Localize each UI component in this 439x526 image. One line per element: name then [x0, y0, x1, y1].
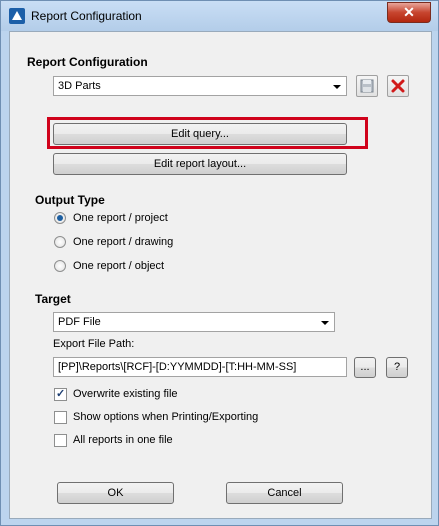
window-title: Report Configuration — [31, 9, 142, 23]
close-button[interactable]: ✕ — [387, 2, 431, 23]
autodesk-logo-icon — [9, 8, 25, 24]
checkbox-label: All reports in one file — [73, 434, 173, 446]
radio-button[interactable] — [54, 236, 66, 248]
save-button[interactable] — [356, 75, 378, 97]
checkbox[interactable] — [54, 387, 67, 401]
checkbox-label: Show options when Printing/Exporting — [73, 411, 259, 423]
save-icon — [360, 79, 374, 93]
edit-query-button[interactable]: Edit query... — [53, 123, 347, 145]
radio-button[interactable] — [54, 260, 66, 272]
radio-label: One report / drawing — [73, 236, 174, 248]
export-file-path-label: Export File Path: — [53, 338, 135, 350]
target-dropdown[interactable]: PDF File — [53, 312, 335, 332]
chevron-down-icon — [333, 85, 341, 89]
browse-button[interactable]: ... — [354, 357, 376, 378]
target-heading: Target — [35, 292, 71, 306]
help-button[interactable]: ? — [386, 357, 408, 378]
report-configuration-dropdown[interactable]: 3D Parts — [53, 76, 347, 96]
report-configuration-heading: Report Configuration — [27, 55, 148, 69]
title-bar[interactable]: Report Configuration ✕ — [1, 1, 438, 31]
report-configuration-value: 3D Parts — [58, 80, 101, 92]
export-file-path-input[interactable]: [PP]\Reports\[RCF]-[D:YYMMDD]-[T:HH-MM-S… — [53, 357, 347, 377]
radio-label: One report / project — [73, 212, 168, 224]
ok-button[interactable]: OK — [57, 482, 174, 504]
checkbox[interactable] — [54, 434, 67, 447]
chevron-down-icon — [321, 321, 329, 325]
target-value: PDF File — [58, 316, 101, 328]
checkbox[interactable] — [54, 411, 67, 424]
cancel-button[interactable]: Cancel — [226, 482, 343, 504]
report-configuration-window: Report Configuration ✕ Report Configurat… — [0, 0, 439, 526]
delete-button[interactable] — [387, 75, 409, 97]
delete-icon — [391, 79, 405, 93]
edit-report-layout-button[interactable]: Edit report layout... — [53, 153, 347, 175]
dialog-body: Report Configuration 3D Parts Edit query… — [9, 31, 432, 519]
radio-label: One report / object — [73, 260, 165, 272]
output-type-heading: Output Type — [35, 193, 105, 207]
radio-button[interactable] — [54, 212, 66, 224]
checkbox-label: Overwrite existing file — [73, 388, 178, 400]
